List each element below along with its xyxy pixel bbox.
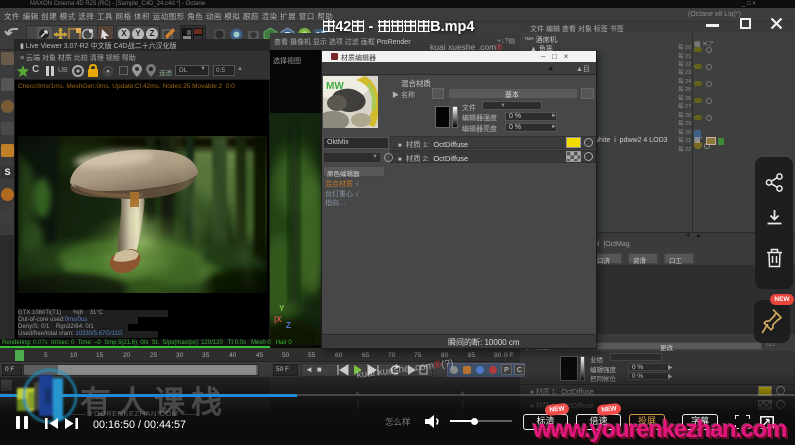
svg-text:MW: MW xyxy=(326,81,344,92)
